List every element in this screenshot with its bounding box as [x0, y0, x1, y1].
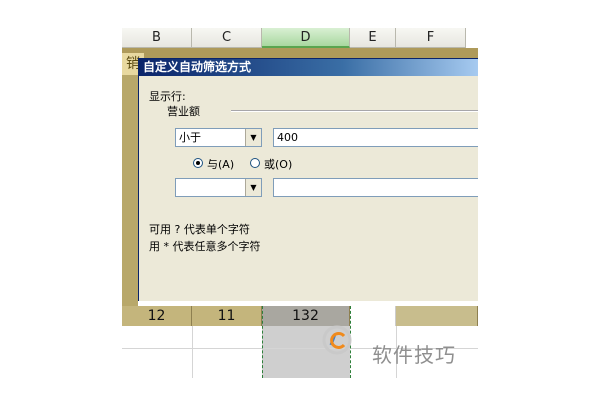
- show-rows-label: 显示行:: [149, 90, 186, 103]
- or-radio[interactable]: [250, 158, 260, 168]
- column-header-c[interactable]: C: [192, 28, 262, 48]
- field-name-label: 营业额: [167, 105, 200, 118]
- cell-f-row[interactable]: [396, 306, 478, 326]
- cell-e-row[interactable]: [350, 306, 396, 326]
- column-header-d[interactable]: D: [262, 28, 350, 48]
- value-1-input[interactable]: 400: [273, 128, 478, 147]
- grid-line: [192, 326, 193, 378]
- or-radio-label[interactable]: 或(O): [264, 156, 292, 172]
- watermark-logo-icon: [322, 325, 352, 355]
- column-header-f[interactable]: F: [396, 28, 466, 48]
- operator-1-dropdown[interactable]: 小于 ▼: [175, 128, 262, 147]
- group-divider: [231, 110, 478, 112]
- column-header-e[interactable]: E: [350, 28, 396, 48]
- selection-border-left: [262, 306, 263, 378]
- dialog-title[interactable]: 自定义自动筛选方式: [139, 59, 478, 76]
- cell-d132[interactable]: 132: [262, 306, 350, 326]
- and-radio-label[interactable]: 与(A): [207, 156, 234, 172]
- operator-1-value: 小于: [179, 131, 201, 144]
- wildcard-hint-multi: 用 * 代表任意多个字符: [149, 240, 261, 253]
- custom-autofilter-dialog: 自定义自动筛选方式 显示行: 营业额 小于 ▼ 400 与(A) 或(O) ▼ …: [138, 58, 478, 301]
- and-radio[interactable]: [193, 158, 203, 168]
- operator-2-dropdown[interactable]: ▼: [175, 178, 262, 197]
- chevron-down-icon[interactable]: ▼: [245, 129, 261, 146]
- table-left-band: [122, 68, 138, 308]
- cell-c11[interactable]: 11: [192, 306, 262, 326]
- cell-c12[interactable]: 12: [122, 306, 192, 326]
- watermark-text: 软件技巧: [372, 343, 456, 367]
- chevron-down-icon[interactable]: ▼: [245, 179, 261, 196]
- wildcard-hint-single: 可用 ? 代表单个字符: [149, 223, 250, 236]
- column-header-b[interactable]: B: [122, 28, 192, 48]
- value-2-input[interactable]: [273, 178, 478, 197]
